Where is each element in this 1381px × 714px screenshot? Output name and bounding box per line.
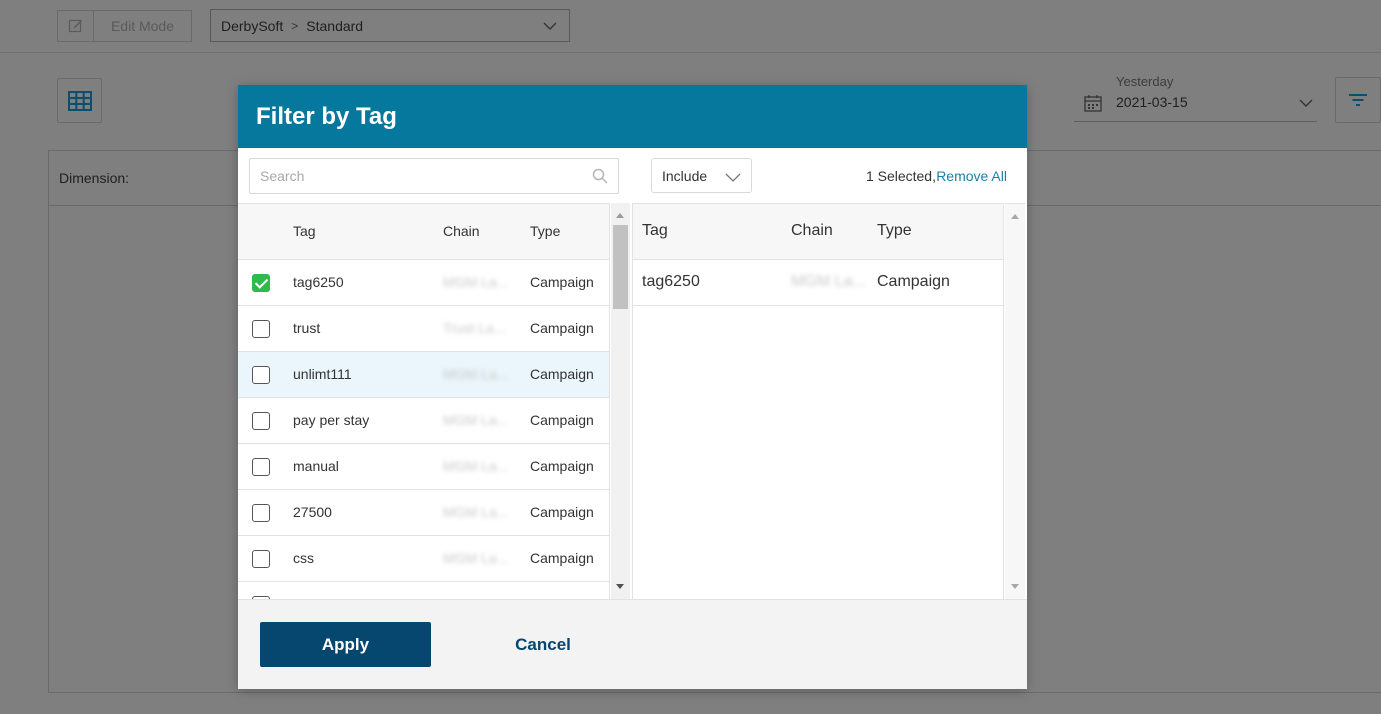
dialog-footer: Apply Cancel — [238, 599, 1027, 689]
selected-tags-table: Tag Chain Type tag6250 MGM La... Campaig… — [632, 203, 1004, 599]
cell-type: Campaign — [530, 320, 594, 336]
remove-all-link[interactable]: Remove All — [936, 168, 1007, 184]
scroll-up-icon[interactable] — [1011, 214, 1019, 219]
breadcrumb-select[interactable]: DerbySoft > Standard — [210, 9, 570, 42]
cell-chain: MGM La... — [443, 458, 509, 474]
table-row[interactable]: tag6250 MGM La... Campaign — [633, 260, 1003, 306]
cell-tag: pay per stay — [293, 412, 370, 428]
table-header: Tag Chain Type — [238, 204, 609, 260]
cell-type: Campaign — [877, 273, 950, 290]
scrollbar-thumb[interactable] — [613, 225, 628, 309]
scroll-down-icon[interactable] — [1011, 584, 1019, 589]
table-row[interactable]: manual MGM La... Campaign — [238, 444, 609, 490]
breadcrumb-view: Standard — [306, 17, 364, 34]
table-row[interactable]: 27500 MGM La... Campaign — [238, 490, 609, 536]
cell-chain: MGM La... — [443, 550, 509, 566]
table-row[interactable]: tag6250 MGM La... Campaign — [238, 260, 609, 306]
cancel-button[interactable]: Cancel — [493, 622, 593, 667]
chevron-down-icon — [543, 19, 557, 35]
calendar-icon — [1084, 94, 1102, 117]
column-header-type[interactable]: Type — [877, 222, 912, 240]
row-checkbox[interactable] — [252, 504, 270, 522]
date-value: 2021-03-15 — [1116, 94, 1188, 110]
left-scrollbar[interactable] — [611, 203, 630, 599]
row-checkbox[interactable] — [252, 550, 270, 568]
row-checkbox[interactable] — [252, 274, 270, 292]
date-caption: Yesterday — [1116, 74, 1174, 89]
search-icon[interactable] — [592, 168, 608, 189]
scroll-up-icon[interactable] — [616, 213, 624, 218]
cell-tag: trust — [293, 320, 321, 336]
selected-tags-pane: Include 1 Selected, Remove All Tag Chain… — [632, 148, 1027, 599]
include-select-value: Include — [662, 167, 708, 184]
dialog-header: Filter by Tag — [238, 85, 1027, 148]
table-row[interactable]: unlimt111 MGM La... Campaign — [238, 352, 609, 398]
right-scrollbar[interactable] — [1005, 203, 1025, 599]
column-header-type[interactable]: Type — [530, 223, 560, 239]
table-row[interactable] — [238, 582, 609, 599]
date-picker[interactable]: Yesterday 2021-03-15 — [1074, 72, 1317, 122]
chevron-down-icon — [1299, 96, 1313, 114]
filter-button[interactable] — [1335, 77, 1381, 123]
row-checkbox[interactable] — [252, 366, 270, 384]
column-header-chain[interactable]: Chain — [443, 223, 480, 239]
search-input[interactable] — [250, 159, 618, 193]
apply-button[interactable]: Apply — [260, 622, 431, 667]
table-icon — [67, 90, 92, 111]
cell-type: Campaign — [530, 550, 594, 566]
breadcrumb-separator: > — [291, 18, 299, 33]
cell-tag: 27500 — [293, 504, 332, 520]
available-tags-pane: Tag Chain Type tag6250 MGM La... Campaig… — [238, 148, 632, 599]
cell-tag: tag6250 — [642, 273, 700, 290]
cell-tag: manual — [293, 458, 339, 474]
cell-type: Campaign — [530, 274, 594, 290]
chevron-down-icon — [725, 170, 741, 186]
top-toolbar: Edit Mode DerbySoft > Standard — [0, 0, 1381, 53]
column-header-tag[interactable]: Tag — [293, 223, 316, 239]
table-row[interactable]: pay per stay MGM La... Campaign — [238, 398, 609, 444]
available-tags-table: Tag Chain Type tag6250 MGM La... Campaig… — [238, 203, 610, 599]
filter-icon — [1349, 94, 1367, 106]
edit-icon — [58, 11, 94, 41]
table-row[interactable]: css MGM La... Campaign — [238, 536, 609, 582]
cell-type: Campaign — [530, 458, 594, 474]
dialog-title: Filter by Tag — [256, 102, 397, 130]
include-select[interactable]: Include — [651, 158, 752, 193]
row-checkbox[interactable] — [252, 458, 270, 476]
table-header: Tag Chain Type — [633, 204, 1003, 260]
table-row[interactable]: trust Trust La... Campaign — [238, 306, 609, 352]
cell-chain: MGM La... — [443, 274, 509, 290]
cell-tag: tag6250 — [293, 274, 344, 290]
column-header-chain[interactable]: Chain — [791, 222, 833, 240]
cell-type: Campaign — [530, 504, 594, 520]
cell-chain: MGM La... — [443, 366, 509, 382]
row-checkbox[interactable] — [252, 320, 270, 338]
cell-chain: Trust La... — [443, 320, 506, 336]
filter-by-tag-dialog: Filter by Tag Tag Chain Type tag6250 MGM… — [238, 85, 1027, 689]
cell-chain: MGM La... — [443, 412, 509, 428]
column-header-tag[interactable]: Tag — [642, 222, 668, 240]
table-view-button[interactable] — [57, 78, 102, 123]
cell-type: Campaign — [530, 366, 594, 382]
scroll-down-icon[interactable] — [616, 584, 624, 589]
edit-mode-label: Edit Mode — [110, 18, 175, 34]
row-checkbox[interactable] — [252, 412, 270, 430]
cell-chain: MGM La... — [791, 273, 866, 290]
cell-tag: unlimt111 — [293, 366, 352, 382]
dimension-label: Dimension: — [59, 170, 130, 186]
breadcrumb-org: DerbySoft — [221, 17, 284, 34]
selected-count: 1 Selected, — [865, 168, 936, 184]
cell-chain: MGM La... — [443, 504, 509, 520]
cell-tag: css — [293, 550, 314, 566]
edit-mode-button[interactable]: Edit Mode — [57, 10, 192, 42]
cell-type: Campaign — [530, 412, 594, 428]
search-box — [249, 158, 619, 194]
